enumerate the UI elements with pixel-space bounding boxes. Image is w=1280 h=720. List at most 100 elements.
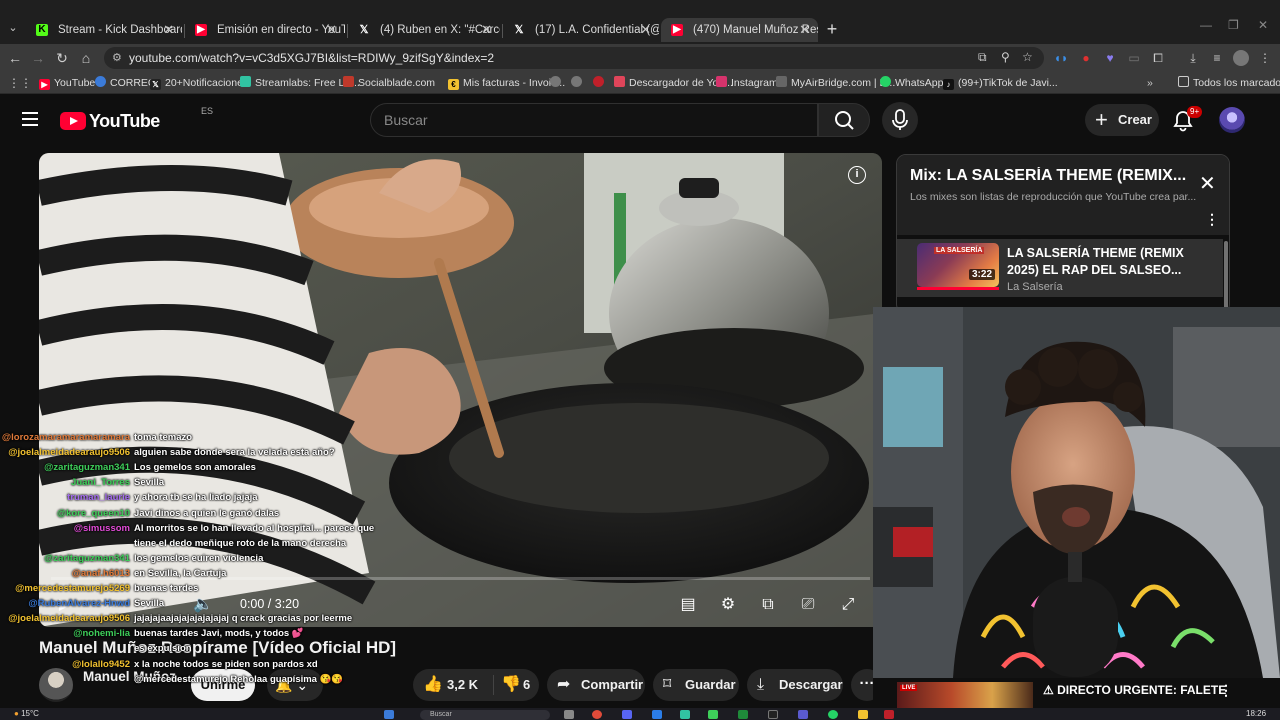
fullscreen-icon[interactable]: ⤢: [836, 593, 860, 617]
close-tab-icon[interactable]: ✕: [326, 18, 337, 42]
chat-username[interactable]: @zaritaguzman341: [44, 460, 130, 475]
more-bookmarks-icon[interactable]: »: [1147, 72, 1153, 94]
dislike-icon[interactable]: 👎: [501, 669, 521, 701]
bookmark-myairbridge[interactable]: MyAirBridge.com | E...: [776, 72, 895, 94]
home-icon[interactable]: ⌂: [76, 48, 96, 68]
chat-username[interactable]: @RubenAlvarez-Hnwd: [28, 596, 130, 611]
settings-gear-icon[interactable]: ⚙: [716, 593, 740, 617]
voice-search-button[interactable]: [882, 102, 918, 138]
chat-username[interactable]: @joelalmeidadearaujo9506: [8, 445, 130, 460]
discord-icon[interactable]: [622, 710, 632, 719]
subtitles-icon[interactable]: ▤: [676, 593, 700, 617]
chat-username[interactable]: @nohemi-lia: [73, 626, 130, 641]
bookmark-youtube[interactable]: ▶ YouTube: [39, 72, 95, 94]
excel-icon[interactable]: [738, 710, 748, 719]
zoom-icon[interactable]: ⚲: [1001, 50, 1010, 64]
bookmark-socialblade[interactable]: Socialblade.com: [343, 72, 435, 94]
new-tab-button[interactable]: +: [822, 18, 842, 40]
extension-shield-icon[interactable]: ♥: [1102, 50, 1118, 66]
chat-username[interactable]: truman_laurie: [67, 490, 130, 505]
explorer-icon[interactable]: [858, 710, 868, 719]
search-button[interactable]: [818, 103, 870, 137]
obs-icon[interactable]: [768, 710, 778, 719]
save-button[interactable]: ⌑ Guardar: [653, 669, 739, 701]
url-bar[interactable]: ⚙ youtube.com/watch?v=vC3d5XGJ7BI&list=R…: [104, 47, 1044, 69]
reload-icon[interactable]: ↻: [52, 48, 72, 68]
taskview-icon[interactable]: [564, 710, 574, 719]
bookmark-correo[interactable]: CORREO: [95, 72, 156, 94]
bookmark-globe-1[interactable]: [550, 72, 565, 94]
downloads-icon[interactable]: ⤓: [1185, 50, 1201, 66]
app-icon[interactable]: [680, 710, 690, 719]
chat-username[interactable]: @joelalmeidadearaujo9506: [8, 611, 130, 626]
forward-icon[interactable]: →: [28, 48, 48, 68]
more-options-icon[interactable]: ⋮: [1219, 682, 1233, 699]
panel-scrollbar[interactable]: [1224, 241, 1228, 311]
close-tab-icon[interactable]: ✕: [481, 18, 492, 42]
whatsapp-icon[interactable]: [828, 710, 838, 719]
chat-username[interactable]: @simussom: [74, 521, 130, 536]
chat-username[interactable]: @zaritaguzman341: [44, 551, 130, 566]
site-info-icon[interactable]: ⚙: [112, 51, 122, 64]
browser-menu-icon[interactable]: ⋮: [1257, 50, 1273, 66]
back-icon[interactable]: ←: [5, 48, 25, 68]
chrome-icon[interactable]: [592, 710, 602, 719]
bookmark-streamlabs[interactable]: Streamlabs: Free Liv...: [240, 72, 360, 94]
close-window-icon[interactable]: ✕: [1258, 18, 1268, 32]
bookmark-globe-2[interactable]: [571, 72, 586, 94]
extension-record-icon[interactable]: ●: [1078, 50, 1094, 66]
bookmark-notificaciones[interactable]: 𝕏 20+Notificaciones: [150, 72, 248, 94]
close-tab-icon[interactable]: ✕: [163, 18, 174, 42]
search-input[interactable]: [384, 104, 804, 136]
download-button[interactable]: ⤓ Descargar: [747, 669, 843, 701]
app-icon[interactable]: [884, 710, 894, 719]
minimize-icon[interactable]: —: [1200, 18, 1212, 32]
tab-youtube-studio[interactable]: ▶ Emisión en directo - YouTube S ✕: [185, 18, 345, 42]
bookmark-whatsapp[interactable]: WhatsApp: [880, 72, 943, 94]
bookmark-red[interactable]: [593, 72, 608, 94]
tab-youtube-active[interactable]: ▶ (470) Manuel Muñoz Respíram ✕: [661, 18, 818, 42]
tab-search-chevron-icon[interactable]: ⌄: [4, 18, 22, 38]
install-app-icon[interactable]: ⧉: [978, 50, 987, 65]
url-text[interactable]: youtube.com/watch?v=vC3d5XGJ7BI&list=RDI…: [129, 47, 494, 69]
info-icon[interactable]: i: [848, 166, 866, 184]
extension-misc-icon[interactable]: ▭: [1126, 50, 1142, 66]
weather-widget[interactable]: ● 15°C: [14, 708, 39, 720]
cast-icon[interactable]: ⎚: [796, 593, 820, 617]
apps-grid-icon[interactable]: ⋮⋮: [8, 72, 32, 94]
tab-kick-dashboard[interactable]: K Stream - Kick Dashboard ✕: [26, 18, 182, 42]
app-icon[interactable]: [798, 710, 808, 719]
like-button[interactable]: 👍: [423, 669, 443, 701]
tab-x-ruben[interactable]: 𝕏 (4) Ruben en X: "#CarcelGemel ✕: [348, 18, 500, 42]
start-icon[interactable]: [384, 710, 394, 719]
maximize-icon[interactable]: ❐: [1228, 18, 1239, 32]
close-tab-icon[interactable]: ✕: [640, 18, 651, 42]
share-button[interactable]: ➦ Compartir: [547, 669, 645, 701]
app-icon[interactable]: [652, 710, 662, 719]
chat-username[interactable]: Juani_Torres: [71, 475, 130, 490]
account-avatar[interactable]: [1219, 107, 1245, 133]
chat-username[interactable]: @mercedestamurejo5269: [15, 581, 130, 596]
extensions-puzzle-icon[interactable]: ⧠: [1150, 50, 1166, 66]
profile-avatar[interactable]: [1233, 50, 1249, 66]
taskbar-search[interactable]: Buscar: [420, 710, 550, 720]
bookmark-tiktok[interactable]: ♪ (99+)TikTok de Javi...: [943, 72, 1058, 94]
close-icon[interactable]: ✕: [1199, 171, 1216, 196]
bookmark-star-icon[interactable]: ☆: [1022, 50, 1033, 64]
bookmark-instagram[interactable]: Instagram: [716, 72, 778, 94]
bookmark-facturas[interactable]: € Mis facturas - Invoic...: [448, 72, 565, 94]
chat-username[interactable]: @lorozamaramaramaramara: [2, 430, 130, 445]
app-icon[interactable]: [708, 710, 718, 719]
chat-username[interactable]: @anaf.h6013: [72, 566, 130, 581]
reading-list-icon[interactable]: ≡: [1209, 50, 1225, 66]
extension-audio-icon[interactable]: ◖◗: [1053, 50, 1069, 66]
all-bookmarks[interactable]: Todos los marcadores: [1178, 72, 1280, 94]
mix-menu-icon[interactable]: ⋮: [1205, 211, 1219, 228]
close-tab-icon[interactable]: ✕: [799, 18, 810, 42]
chat-username[interactable]: @kore_queen10: [57, 506, 130, 521]
like-count[interactable]: 3,2 K: [447, 669, 478, 701]
mix-title[interactable]: Mix: LA SALSERÍA THEME (REMIX...: [910, 167, 1190, 185]
menu-icon[interactable]: [22, 112, 38, 126]
playlist-item[interactable]: LA SALSERÍA 3:22 LA SALSERÍA THEME (REMI…: [897, 239, 1223, 297]
suggested-live-video[interactable]: LIVE ⚠ DIRECTO URGENTE: FALETE ⋮: [873, 678, 1280, 708]
